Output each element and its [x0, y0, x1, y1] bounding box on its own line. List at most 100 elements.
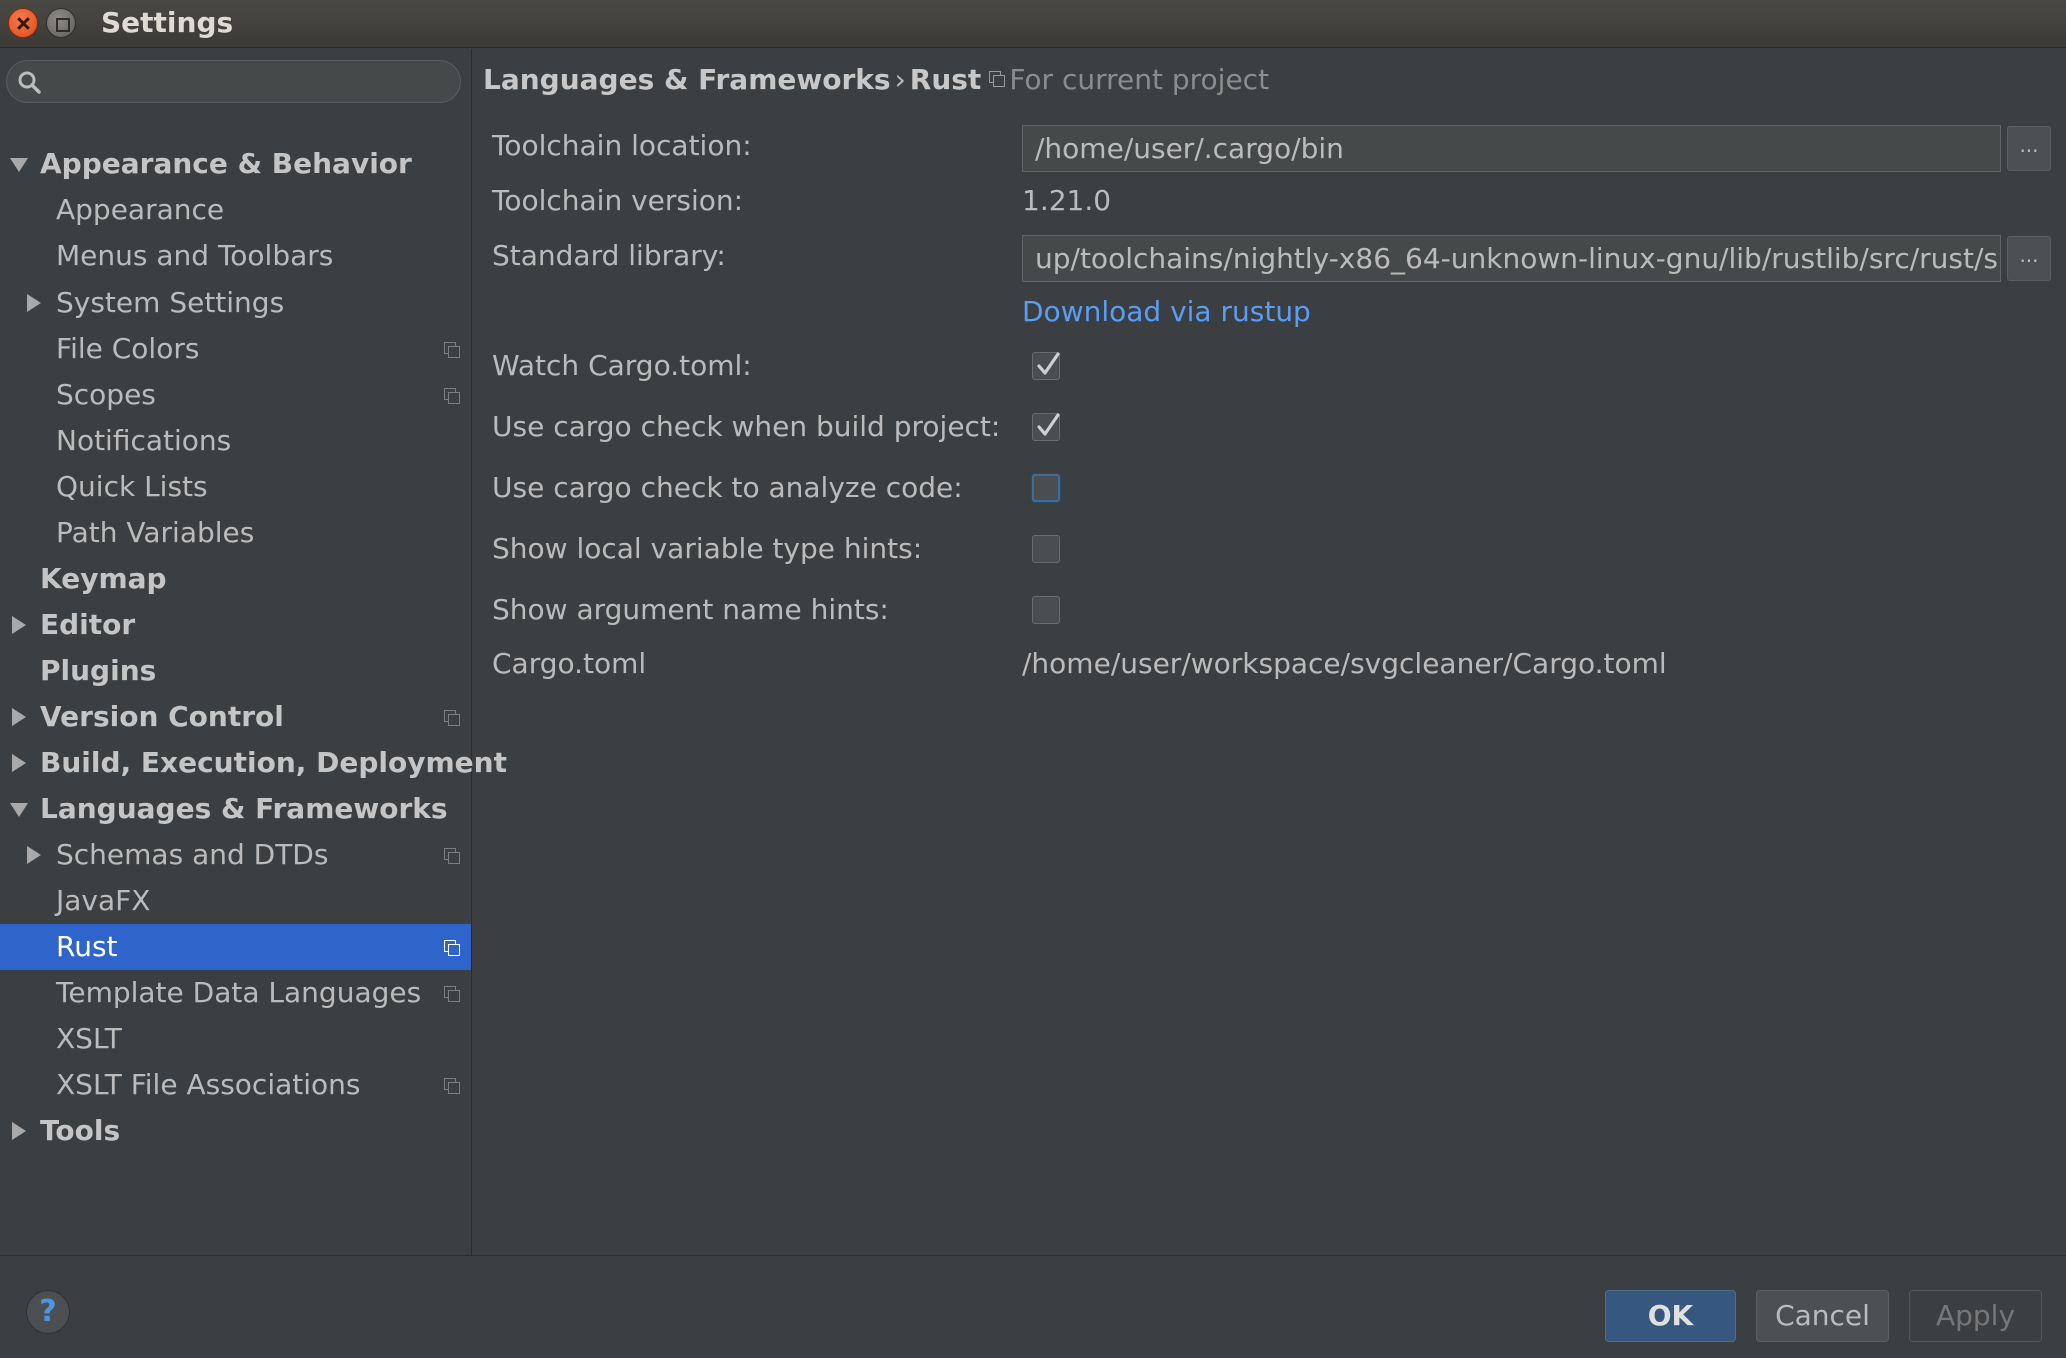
- tree-item-file-colors[interactable]: File Colors: [0, 326, 471, 372]
- tree-item-quick-lists[interactable]: Quick Lists: [0, 464, 471, 510]
- cargo-check-build-checkbox[interactable]: [1032, 413, 1060, 441]
- tree-item-xslt-file-associations[interactable]: XSLT File Associations: [0, 1062, 471, 1108]
- cancel-button[interactable]: Cancel: [1756, 1290, 1889, 1342]
- tree-item-label: Editor: [40, 608, 136, 641]
- cargo-check-build-label: Use cargo check when build project:: [492, 410, 1001, 443]
- checkmark-icon: [1037, 413, 1060, 436]
- tree-item-label: Menus and Toolbars: [56, 239, 334, 272]
- tree-item-label: JavaFX: [56, 884, 151, 917]
- collapsed-arrow-icon[interactable]: [27, 294, 41, 312]
- tree-item-label: Scopes: [56, 378, 156, 411]
- tree-item-label: Languages & Frameworks: [40, 792, 448, 825]
- tree-item-label: System Settings: [56, 286, 285, 319]
- tree-item-appearance[interactable]: Appearance: [0, 187, 471, 233]
- search-icon: [18, 71, 41, 94]
- tree-item-schemas-dtds[interactable]: Schemas and DTDs: [0, 832, 471, 878]
- tree-item-xslt[interactable]: XSLT: [0, 1016, 471, 1062]
- tree-item-label: Tools: [40, 1114, 121, 1147]
- tree-item-label: Appearance: [56, 193, 225, 226]
- settings-sidebar: Appearance & Behavior Appearance Menus a…: [0, 49, 507, 1255]
- expanded-arrow-icon[interactable]: [10, 803, 28, 817]
- cargo-check-analyze-checkbox[interactable]: [1032, 474, 1060, 502]
- tree-item-tools[interactable]: Tools: [0, 1108, 471, 1154]
- breadcrumb-separator: ›: [894, 63, 906, 96]
- cargo-toml-label: Cargo.toml: [492, 647, 647, 680]
- argument-name-hints-checkbox[interactable]: [1032, 596, 1060, 624]
- standard-library-field[interactable]: up/toolchains/nightly-x86_64-unknown-lin…: [1022, 235, 2001, 282]
- tree-item-label: Appearance & Behavior: [40, 147, 412, 180]
- project-scope-icon: [444, 986, 460, 1002]
- local-variable-hints-checkbox[interactable]: [1032, 535, 1060, 563]
- tree-item-label: Keymap: [40, 562, 167, 595]
- tree-item-plugins[interactable]: Plugins: [0, 648, 471, 694]
- project-scope-icon: [444, 710, 460, 726]
- local-variable-hints-label: Show local variable type hints:: [492, 532, 923, 565]
- tree-item-label: XSLT File Associations: [56, 1068, 361, 1101]
- tree-item-label: Quick Lists: [56, 470, 208, 503]
- toolchain-location-label: Toolchain location:: [492, 129, 752, 162]
- standard-library-label: Standard library:: [492, 239, 726, 272]
- project-scope-icon: [989, 71, 1006, 87]
- tree-item-keymap[interactable]: Keymap: [0, 556, 471, 602]
- tree-item-build-execution-deployment[interactable]: Build, Execution, Deployment: [0, 740, 507, 786]
- project-scope-icon: [444, 388, 460, 404]
- breadcrumb-scope: For current project: [1009, 63, 1270, 96]
- tree-item-label: Plugins: [40, 654, 157, 687]
- tree-item-template-data-languages[interactable]: Template Data Languages: [0, 970, 471, 1016]
- collapsed-arrow-icon[interactable]: [12, 708, 26, 726]
- tree-item-label: Notifications: [56, 424, 232, 457]
- tree-item-scopes[interactable]: Scopes: [0, 372, 471, 418]
- dialog-button-bar: ? OK Cancel Apply: [0, 1255, 2066, 1358]
- expanded-arrow-icon[interactable]: [10, 158, 28, 172]
- collapsed-arrow-icon[interactable]: [12, 1122, 26, 1140]
- toolchain-location-field[interactable]: /home/user/.cargo/bin: [1022, 125, 2001, 172]
- project-scope-icon: [444, 342, 460, 358]
- search-input[interactable]: [6, 60, 461, 103]
- tree-item-version-control[interactable]: Version Control: [0, 694, 471, 740]
- tree-item-editor[interactable]: Editor: [0, 602, 471, 648]
- toolchain-version-value: 1.21.0: [1022, 184, 1112, 217]
- argument-name-hints-label: Show argument name hints:: [492, 593, 889, 626]
- standard-library-browse-button[interactable]: ...: [2007, 236, 2051, 281]
- window-title: Settings: [101, 6, 234, 39]
- ok-button[interactable]: OK: [1605, 1290, 1736, 1342]
- breadcrumb-current: Rust: [909, 63, 982, 96]
- tree-item-label: XSLT: [56, 1022, 122, 1055]
- project-scope-icon: [444, 848, 460, 864]
- collapsed-arrow-icon[interactable]: [12, 616, 26, 634]
- tree-item-label: Path Variables: [56, 516, 255, 549]
- help-button[interactable]: ?: [26, 1290, 70, 1334]
- rust-settings-panel: Languages & Frameworks › Rust For current p…: [473, 49, 2066, 1255]
- toolchain-browse-button[interactable]: ...: [2007, 126, 2051, 171]
- tree-item-appearance-behavior[interactable]: Appearance & Behavior: [0, 141, 471, 187]
- collapsed-arrow-icon[interactable]: [27, 846, 41, 864]
- tree-item-menus-toolbars[interactable]: Menus and Toolbars: [0, 233, 471, 279]
- cargo-check-analyze-label: Use cargo check to analyze code:: [492, 471, 963, 504]
- tree-item-system-settings[interactable]: System Settings: [0, 280, 471, 326]
- tree-item-notifications[interactable]: Notifications: [0, 418, 471, 464]
- tree-item-label: File Colors: [56, 332, 200, 365]
- tree-item-label: Build, Execution, Deployment: [40, 746, 507, 779]
- watch-cargo-toml-label: Watch Cargo.toml:: [492, 349, 752, 382]
- download-rustup-link[interactable]: Download via rustup: [1022, 295, 1311, 328]
- tree-item-label: Template Data Languages: [56, 976, 422, 1009]
- tree-item-javafx[interactable]: JavaFX: [0, 878, 471, 924]
- apply-button[interactable]: Apply: [1909, 1290, 2042, 1342]
- project-scope-icon: [444, 940, 460, 956]
- cargo-toml-path: /home/user/workspace/svgcleaner/Cargo.to…: [1022, 647, 1667, 680]
- maximize-window-button[interactable]: [46, 8, 76, 38]
- close-window-button[interactable]: [8, 8, 38, 38]
- tree-item-label: Version Control: [40, 700, 284, 733]
- toolchain-version-label: Toolchain version:: [492, 184, 744, 217]
- watch-cargo-toml-checkbox[interactable]: [1032, 352, 1060, 380]
- tree-item-path-variables[interactable]: Path Variables: [0, 510, 471, 556]
- collapsed-arrow-icon[interactable]: [12, 754, 26, 772]
- project-scope-icon: [444, 1078, 460, 1094]
- tree-item-label: Rust: [56, 930, 118, 963]
- tree-item-label: Schemas and DTDs: [56, 838, 329, 871]
- checkmark-icon: [1037, 352, 1060, 375]
- breadcrumb-parent: Languages & Frameworks: [483, 63, 891, 96]
- title-bar: Settings: [0, 0, 2066, 48]
- tree-item-languages-frameworks[interactable]: Languages & Frameworks: [0, 786, 471, 832]
- tree-item-rust[interactable]: Rust: [0, 924, 471, 970]
